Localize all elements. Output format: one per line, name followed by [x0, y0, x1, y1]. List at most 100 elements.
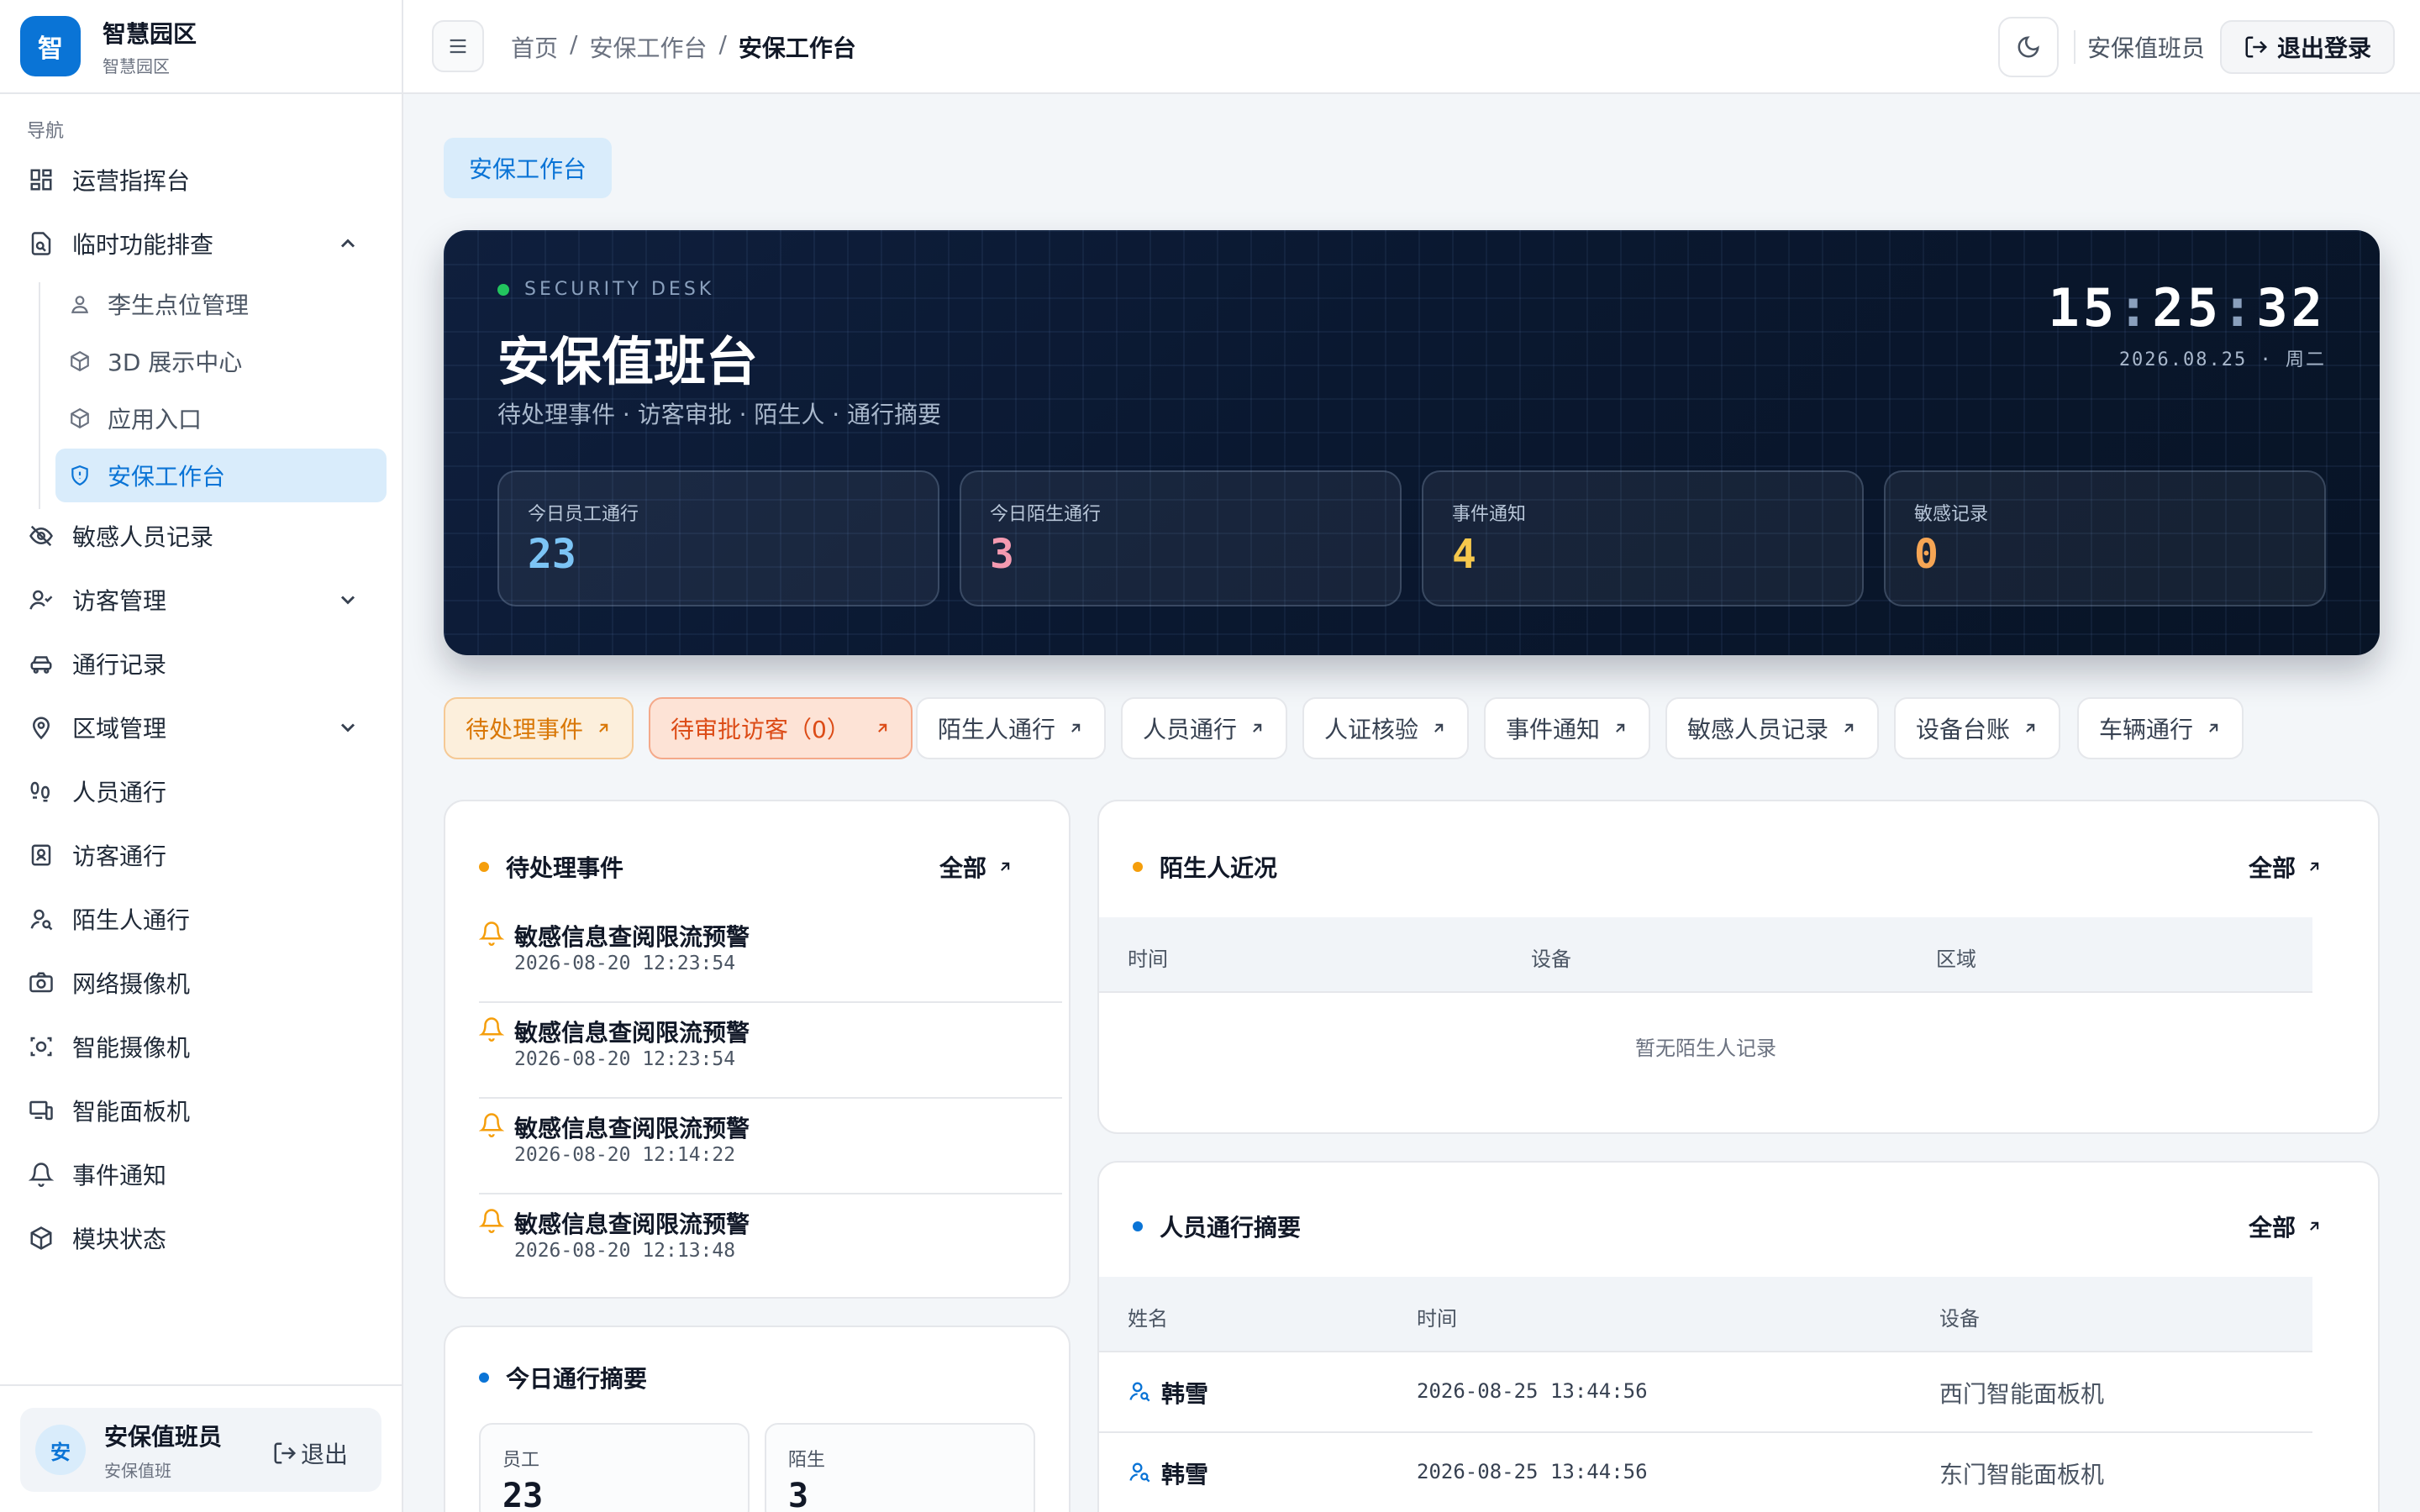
moon-icon: [2018, 36, 2039, 58]
arrow-up-right-icon: [877, 723, 887, 732]
cell-name: 韩雪: [1161, 1380, 1209, 1408]
nav-item-label: 访客管理: [72, 587, 167, 615]
theme-toggle-button[interactable]: [1998, 17, 2059, 77]
view-all-link[interactable]: 全部: [2249, 850, 2323, 884]
quick-link-stranger-passage[interactable]: 陌生人通行: [916, 697, 1107, 759]
footprints-icon: [27, 777, 55, 806]
event-item[interactable]: 敏感信息查阅限流预警 2026-08-20 12:13:48: [479, 1196, 1062, 1290]
nav-item-sensitive-records[interactable]: 敏感人员记录: [20, 509, 383, 563]
clock-minutes: 25: [2152, 277, 2223, 339]
view-all-label: 全部: [2248, 1214, 2296, 1242]
nav-item-staff-passage[interactable]: 人员通行: [20, 764, 383, 818]
id-badge-icon: [27, 841, 55, 869]
card-title-text: 陌生人近况: [1160, 854, 1278, 882]
sidebar-footer: 安 安保值班员 安保值班 退出: [0, 1384, 402, 1512]
arrow-up-right-icon: [2310, 862, 2319, 871]
table-row[interactable]: 韩雪 2026-08-25 13:44:56 西门智能面板机: [1099, 1352, 2312, 1433]
sub-item-app-entry[interactable]: 应用入口: [55, 391, 387, 445]
breadcrumb-section[interactable]: 安保工作台: [589, 30, 707, 64]
nav-item-label: 陌生人通行: [72, 906, 191, 934]
menu-icon: [450, 39, 466, 54]
breadcrumb-home[interactable]: 首页: [511, 30, 558, 64]
view-all-link[interactable]: 全部: [2249, 1210, 2323, 1243]
logout-label: 退出登录: [2276, 34, 2371, 62]
bell-icon: [479, 1113, 504, 1137]
arrow-up-right-icon: [1844, 723, 1854, 732]
table-row[interactable]: 韩雪 2026-08-25 13:44:56 东门智能面板机: [1099, 1433, 2312, 1512]
nav-item-label: 敏感人员记录: [72, 523, 214, 551]
quick-link-vehicle-passage[interactable]: 车辆通行: [2077, 697, 2244, 759]
quick-link-label: 敏感人员记录: [1687, 716, 1829, 743]
nav-item-label: 事件通知: [72, 1162, 167, 1189]
nav-item-event-notice[interactable]: 事件通知: [20, 1147, 383, 1201]
event-item[interactable]: 敏感信息查阅限流预警 2026-08-20 12:23:54: [479, 1005, 1062, 1099]
quick-link-id-verification[interactable]: 人证核验: [1302, 697, 1470, 759]
nav-item-label: 模块状态: [72, 1226, 167, 1253]
stat-card-sensitive[interactable]: 敏感记录 0: [1884, 470, 2326, 606]
logout-button[interactable]: 退出登录: [2220, 20, 2395, 74]
header-divider: [2074, 30, 2075, 64]
event-item[interactable]: 敏感信息查阅限流预警 2026-08-20 12:14:22: [479, 1100, 1062, 1194]
arrow-up-right-icon: [1616, 723, 1625, 732]
breadcrumb: 首页 / 安保工作台 / 安保工作台: [511, 30, 856, 64]
logout-icon: [2245, 36, 2268, 58]
quick-link-staff-passage[interactable]: 人员通行: [1121, 697, 1288, 759]
event-time: 2026-08-20 12:13:48: [514, 1240, 736, 1262]
page-tab-security-desk[interactable]: 安保工作台: [444, 138, 613, 198]
sidebar-logout-label: 退出: [300, 1441, 348, 1468]
today-summary-card: 今日通行摘要 员工 23 陌生 3: [444, 1326, 1071, 1512]
quick-link-device-ledger[interactable]: 设备台账: [1894, 697, 2061, 759]
nav-item-access-records[interactable]: 通行记录: [20, 637, 383, 690]
user-check-icon: [27, 585, 55, 614]
stat-card-events[interactable]: 事件通知 4: [1422, 470, 1864, 606]
shield-icon: [67, 463, 92, 488]
bell-icon: [479, 921, 504, 946]
sub-item-point-management[interactable]: 李生点位管理: [55, 277, 387, 331]
brand[interactable]: 智 智慧园区 智慧园区: [0, 0, 402, 94]
breadcrumb-current: 安保工作台: [738, 34, 856, 62]
user-card: 安 安保值班员 安保值班 退出: [20, 1408, 381, 1492]
quick-link-pending-visitors[interactable]: 待审批访客（0）: [649, 697, 913, 759]
nav-item-ops-dashboard[interactable]: 运营指挥台: [20, 153, 383, 207]
stat-card-stranger[interactable]: 今日陌生通行 3: [960, 470, 1402, 606]
menu-toggle-button[interactable]: [432, 20, 484, 72]
quick-link-event-notice[interactable]: 事件通知: [1484, 697, 1651, 759]
cube-icon: [67, 406, 92, 431]
summary-tile-stranger: 陌生 3: [765, 1423, 1035, 1512]
nav-item-module-status[interactable]: 模块状态: [20, 1211, 383, 1265]
sidebar-logout-button[interactable]: 退出: [272, 1436, 348, 1470]
event-time: 2026-08-20 12:14:22: [514, 1144, 736, 1166]
stat-label: 事件通知: [1452, 504, 1527, 525]
quick-link-pending-events[interactable]: 待处理事件: [444, 697, 634, 759]
nav-item-visitor-passage[interactable]: 访客通行: [20, 828, 383, 882]
nav-item-stranger-passage[interactable]: 陌生人通行: [20, 892, 383, 946]
table-header: 时间 设备 区域: [1099, 917, 2312, 993]
event-item[interactable]: 敏感信息查阅限流预警 2026-08-20 12:23:54: [479, 909, 1062, 1003]
nav-item-visitor-management[interactable]: 访客管理: [20, 573, 383, 627]
nav-item-smart-panel[interactable]: 智能面板机: [20, 1084, 383, 1137]
card-title-text: 人员通行摘要: [1160, 1214, 1302, 1242]
arrow-up-right-icon: [1001, 862, 1010, 871]
stat-card-staff[interactable]: 今日员工通行 23: [497, 470, 939, 606]
clock: 15:25:32: [2048, 277, 2326, 339]
event-title: 敏感信息查阅限流预警: [514, 1115, 750, 1142]
user-search-icon: [27, 905, 55, 933]
nav-item-network-camera[interactable]: 网络摄像机: [20, 956, 383, 1010]
header-user-name: 安保值班员: [2087, 34, 2206, 62]
cell-name: 韩雪: [1161, 1461, 1209, 1488]
security-desk-hero: SECURITY DESK 安保值班台 待处理事件 · 访客审批 · 陌生人 ·…: [444, 230, 2380, 655]
bell-icon: [479, 1209, 504, 1233]
card-title: 人员通行摘要: [1133, 1210, 1301, 1243]
avatar: 安: [35, 1425, 86, 1475]
nav-item-area-management[interactable]: 区域管理: [20, 701, 383, 754]
nav-item-smart-camera[interactable]: 智能摄像机: [20, 1020, 383, 1074]
view-all-link[interactable]: 全部: [939, 850, 1013, 884]
sub-item-3d-center[interactable]: 3D 展示中心: [55, 334, 387, 388]
quick-link-sensitive-records[interactable]: 敏感人员记录: [1665, 697, 1880, 759]
nav-item-temp-check[interactable]: 临时功能排查: [20, 217, 383, 270]
devices-icon: [27, 1096, 55, 1125]
sub-item-security-desk[interactable]: 安保工作台: [55, 449, 387, 502]
chevron-down-icon: [340, 723, 355, 732]
arrow-up-right-icon: [2209, 723, 2218, 732]
cell-device: 东门智能面板机: [1939, 1461, 2105, 1488]
